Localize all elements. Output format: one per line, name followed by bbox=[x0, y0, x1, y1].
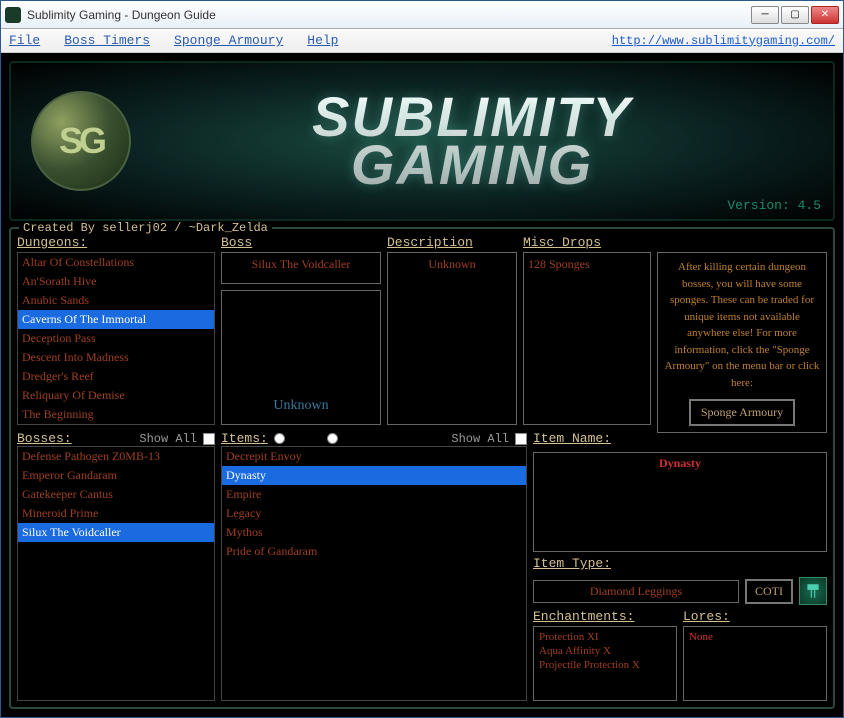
items-show-all-checkbox[interactable] bbox=[515, 433, 527, 445]
boss-name-box: Silux The Voidcaller bbox=[221, 252, 381, 284]
boss-col: Boss Silux The Voidcaller Unknown bbox=[221, 235, 381, 425]
item-type-box: Diamond Leggings bbox=[533, 580, 739, 603]
dungeons-list[interactable]: Altar Of ConstellationsAn'Sorath HiveAnu… bbox=[17, 252, 215, 425]
bosses-header: Bosses: Show All bbox=[17, 431, 215, 446]
website-link[interactable]: http://www.sublimitygaming.com/ bbox=[612, 34, 835, 48]
bosses-col: Bosses: Show All Defense Pathogen Z0MB-1… bbox=[17, 431, 215, 701]
description-label: Description bbox=[387, 235, 517, 250]
window-title: Sublimity Gaming - Dungeon Guide bbox=[27, 8, 751, 22]
window-controls: ─ ▢ ✕ bbox=[751, 6, 839, 24]
maximize-button[interactable]: ▢ bbox=[781, 6, 809, 24]
bosses-list[interactable]: Defense Pathogen Z0MB-13Emperor Gandaram… bbox=[17, 446, 215, 701]
menu-help[interactable]: Help bbox=[307, 33, 338, 48]
list-item[interactable]: Anubic Sands bbox=[18, 291, 214, 310]
grid: Dungeons: Altar Of ConstellationsAn'Sora… bbox=[17, 235, 827, 701]
items-radio-2[interactable] bbox=[327, 433, 338, 444]
list-item[interactable]: Caverns Of The Immortal bbox=[18, 310, 214, 329]
item-icon[interactable] bbox=[799, 577, 827, 605]
list-item[interactable]: The Beginning bbox=[18, 405, 214, 424]
details-col: Item Name: Dynasty Item Type: Diamond Le… bbox=[533, 431, 827, 701]
enchantments-label: Enchantments: bbox=[533, 609, 677, 624]
item-type-row: Diamond Leggings COTI bbox=[533, 577, 827, 605]
items-label: Items: bbox=[221, 431, 268, 446]
menu-boss-timers[interactable]: Boss Timers bbox=[64, 33, 150, 48]
list-item[interactable]: Descent Into Madness bbox=[18, 348, 214, 367]
menu-file[interactable]: File bbox=[9, 33, 40, 48]
list-item[interactable]: Dynasty bbox=[222, 466, 526, 485]
list-item[interactable]: Defense Pathogen Z0MB-13 bbox=[18, 447, 214, 466]
list-item[interactable]: An'Sorath Hive bbox=[18, 272, 214, 291]
list-item[interactable]: Deception Pass bbox=[18, 329, 214, 348]
banner-title-line2: GAMING bbox=[131, 141, 813, 189]
logo-icon: SG bbox=[31, 91, 131, 191]
close-button[interactable]: ✕ bbox=[811, 6, 839, 24]
bosses-show-all-checkbox[interactable] bbox=[203, 433, 215, 445]
list-item[interactable]: Legacy bbox=[222, 504, 526, 523]
enchantment-item: Projectile Protection X bbox=[537, 658, 673, 672]
list-item[interactable]: Emperor Gandaram bbox=[18, 466, 214, 485]
minimize-button[interactable]: ─ bbox=[751, 6, 779, 24]
item-type-label: Item Type: bbox=[533, 556, 827, 571]
leggings-icon bbox=[804, 582, 822, 600]
lores-label: Lores: bbox=[683, 609, 827, 624]
list-item[interactable]: Empire bbox=[222, 485, 526, 504]
list-item[interactable]: Reliquary Of Demise bbox=[18, 386, 214, 405]
item-name-box: Dynasty bbox=[533, 452, 827, 552]
list-item[interactable]: Gatekeeper Cantus bbox=[18, 485, 214, 504]
items-radio-1[interactable] bbox=[274, 433, 285, 444]
coti-button[interactable]: COTI bbox=[745, 579, 793, 604]
dungeons-col: Dungeons: Altar Of ConstellationsAn'Sora… bbox=[17, 235, 215, 425]
enchantments-col: Enchantments: Protection XIAqua Affinity… bbox=[533, 609, 677, 701]
items-show-all[interactable]: Show All bbox=[451, 432, 509, 446]
ench-lore-row: Enchantments: Protection XIAqua Affinity… bbox=[533, 609, 827, 701]
boss-image-box: Unknown bbox=[221, 290, 381, 425]
list-item[interactable]: Mineroid Prime bbox=[18, 504, 214, 523]
dungeons-label: Dungeons: bbox=[17, 235, 215, 250]
items-list[interactable]: Decrepit EnvoyDynastyEmpireLegacyMythosP… bbox=[221, 446, 527, 701]
list-item[interactable]: Dredger's Reef bbox=[18, 367, 214, 386]
content-area: SG SUBLIMITY GAMING Version: 4.5 Created… bbox=[1, 53, 843, 717]
misc-drops-col: Misc Drops 128 Sponges bbox=[523, 235, 651, 425]
titlebar: Sublimity Gaming - Dungeon Guide ─ ▢ ✕ bbox=[1, 1, 843, 29]
list-item[interactable]: Mythos bbox=[222, 523, 526, 542]
description-col: Description Unknown bbox=[387, 235, 517, 425]
credits-label: Created By sellerj02 / ~Dark_Zelda bbox=[19, 221, 272, 235]
description-box: Unknown bbox=[387, 252, 517, 425]
menu-sponge-armoury[interactable]: Sponge Armoury bbox=[174, 33, 283, 48]
sponge-armoury-button[interactable]: Sponge Armoury bbox=[689, 399, 795, 426]
bosses-label: Bosses: bbox=[17, 431, 72, 446]
enchantment-item: Aqua Affinity X bbox=[537, 644, 673, 658]
list-item[interactable]: Decrepit Envoy bbox=[222, 447, 526, 466]
bottom-row: Bosses: Show All Defense Pathogen Z0MB-1… bbox=[17, 431, 827, 701]
app-icon bbox=[5, 7, 21, 23]
main-panel: Created By sellerj02 / ~Dark_Zelda Dunge… bbox=[9, 227, 835, 709]
version-label: Version: 4.5 bbox=[727, 198, 821, 213]
enchantment-item: Protection XI bbox=[537, 630, 673, 644]
app-window: Sublimity Gaming - Dungeon Guide ─ ▢ ✕ F… bbox=[0, 0, 844, 718]
misc-drops-box: 128 Sponges bbox=[523, 252, 651, 425]
lore-item: None bbox=[687, 630, 823, 644]
enchantments-list: Protection XIAqua Affinity XProjectile P… bbox=[533, 626, 677, 701]
menubar: File Boss Timers Sponge Armoury Help htt… bbox=[1, 29, 843, 53]
lores-list: None bbox=[683, 626, 827, 701]
items-header: Items: Show All bbox=[221, 431, 527, 446]
banner-title: SUBLIMITY GAMING bbox=[131, 93, 813, 188]
misc-drops-label: Misc Drops bbox=[523, 235, 651, 250]
info-text: After killing certain dungeon bosses, yo… bbox=[664, 259, 820, 391]
list-item[interactable]: Altar Of Constellations bbox=[18, 253, 214, 272]
list-item[interactable]: Pride of Gandaram bbox=[222, 542, 526, 561]
bosses-show-all[interactable]: Show All bbox=[139, 432, 197, 446]
boss-label: Boss bbox=[221, 235, 381, 250]
list-item[interactable]: The Rock bbox=[18, 424, 214, 425]
info-col: . After killing certain dungeon bosses, … bbox=[657, 235, 827, 425]
list-item[interactable]: Silux The Voidcaller bbox=[18, 523, 214, 542]
banner: SG SUBLIMITY GAMING Version: 4.5 bbox=[9, 61, 835, 221]
item-name-label: Item Name: bbox=[533, 431, 827, 446]
lores-col: Lores: None bbox=[683, 609, 827, 701]
items-col: Items: Show All Decrepit EnvoyDynastyEmp… bbox=[221, 431, 527, 701]
info-box: After killing certain dungeon bosses, yo… bbox=[657, 252, 827, 433]
